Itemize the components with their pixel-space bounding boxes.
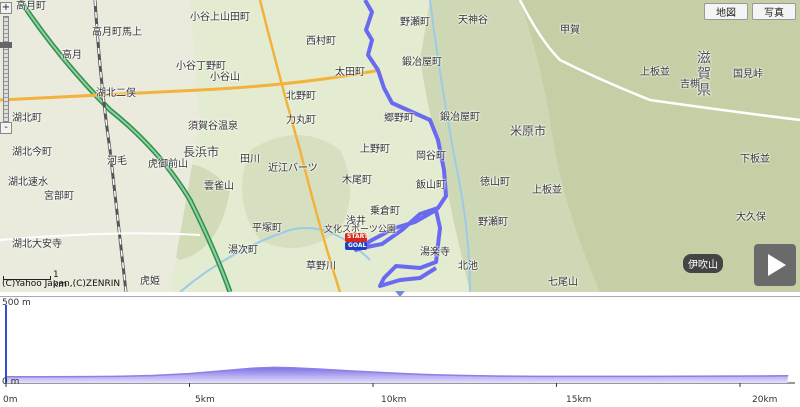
elevation-point (786, 375, 789, 377)
map-label: 野瀬町 (400, 17, 430, 28)
elevation-point (610, 375, 613, 378)
map-label: 高月町 (16, 1, 46, 12)
x-tick-label: 20km (752, 395, 778, 405)
station-label: 河毛 (107, 156, 127, 167)
map-label: 小谷上山田町 (190, 12, 250, 23)
elevation-profile[interactable]: 500 m 0 m 0m 5km 10km 15km 20km (0, 296, 800, 406)
map-label: 平塚町 (252, 223, 282, 234)
x-tick-label: 15km (566, 395, 592, 405)
map-label: 小谷山 (210, 72, 240, 83)
elevation-point (41, 376, 44, 378)
zoom-out-button[interactable]: - (0, 122, 12, 134)
map-label: 文化スポーツ公園 (324, 225, 396, 235)
map-label: 鍛冶屋町 (402, 57, 442, 68)
map-label: 宮部町 (44, 191, 74, 202)
goal-marker[interactable]: GOAL (348, 243, 366, 249)
map-label: 飯山町 (416, 180, 446, 191)
map-label: 七尾山 (548, 277, 578, 288)
map-label: 天神谷 (458, 15, 488, 26)
map-label: 鍛冶屋町 (440, 112, 480, 123)
map-label: 北野町 (286, 91, 316, 102)
x-tick-label: 0m (3, 395, 18, 405)
zoom-control[interactable]: + - (0, 2, 12, 136)
map-label: 須賀谷温泉 (188, 121, 238, 132)
map-label: 上野町 (360, 144, 390, 155)
elevation-point (251, 367, 253, 369)
map-label: 乗倉町 (370, 206, 400, 217)
prefecture-label: 滋賀県 (695, 50, 711, 98)
map-label: 小谷丁野町 (176, 61, 226, 72)
play-button[interactable] (754, 244, 796, 286)
map-label: 湖北二俣 (96, 88, 136, 99)
map-label: 高月町馬上 (92, 27, 142, 38)
elevation-point (152, 374, 154, 377)
elevation-point (291, 366, 294, 369)
map-label: 田川 (240, 154, 260, 165)
elevation-point (115, 375, 117, 378)
elevation-point (78, 375, 81, 378)
map-label: 湖北速水 (8, 177, 48, 188)
elevation-point (720, 375, 723, 377)
map-label: 徳山町 (480, 177, 510, 188)
elevation-point (463, 374, 466, 377)
elevation-chart (5, 305, 795, 387)
elevation-point (574, 375, 576, 378)
station-label: 虎姫 (140, 276, 160, 287)
elevation-point (500, 375, 503, 377)
map-label: 湖北町 (12, 113, 42, 124)
elevation-point (427, 373, 429, 376)
city-label: 米原市 (510, 124, 547, 138)
map-label: 近江バーツ (268, 163, 318, 174)
map-label: 湯楽寺 (420, 247, 450, 258)
y-axis-top-label: 500 m (2, 298, 31, 308)
map-label: 湖北大安寺 (12, 239, 62, 250)
elevation-area (6, 367, 788, 383)
map-label: 草野川 (306, 261, 336, 272)
elevation-point (647, 375, 649, 378)
x-tick-label: 10km (381, 395, 407, 405)
peak-badge: 伊吹山 (683, 254, 723, 273)
map-label: 太田町 (335, 67, 365, 78)
map-label: 上板並 (532, 185, 562, 196)
map-label: 虎御前山 (148, 159, 188, 170)
station-label: 高月 (62, 50, 82, 61)
map-copyright: (C)Yahoo Japan,(C)ZENRIN (2, 279, 121, 289)
elevation-point (537, 375, 539, 378)
chart-axis (5, 305, 795, 384)
zoom-in-button[interactable]: + (0, 2, 12, 14)
elevation-point (353, 370, 356, 372)
elevation-point (684, 375, 686, 378)
elevation-point (273, 366, 275, 369)
map-label: 郷野町 (384, 113, 414, 124)
elevation-point (317, 368, 319, 370)
map-label: 下板並 (740, 154, 770, 165)
map-label: 岡谷町 (416, 151, 446, 162)
map-label: 湖北今町 (12, 147, 52, 158)
map-label: 上板並 (640, 67, 670, 78)
map-label: 甲賀 (560, 25, 580, 36)
map-label: 西村町 (306, 36, 336, 47)
play-icon (768, 254, 786, 276)
elevation-point (390, 372, 393, 374)
zoom-slider-knob[interactable] (0, 42, 12, 48)
photo-view-button[interactable]: 写真 (752, 3, 796, 20)
map-label: 力丸町 (286, 115, 316, 126)
map-label: 雲雀山 (204, 181, 234, 192)
map-label: 国見峠 (733, 69, 763, 80)
x-tick-label: 5km (195, 395, 215, 405)
map-label: 木尾町 (342, 175, 372, 186)
zoom-slider-track[interactable] (3, 16, 9, 122)
y-axis-bottom-label: 0 m (2, 377, 20, 387)
route-map[interactable]: START GOAL 高月町馬上 高月町 高月 小谷上山田町 西村町 野瀬町 天… (0, 0, 800, 292)
elevation-point (757, 375, 760, 377)
map-label: 湯次町 (228, 245, 258, 256)
map-label: 野瀬町 (478, 217, 508, 228)
map-canvas (0, 0, 800, 292)
city-label: 長浜市 (183, 145, 220, 159)
map-label: 大久保 (736, 212, 766, 223)
map-view-button[interactable]: 地図 (704, 3, 748, 20)
elevation-point (188, 372, 191, 375)
map-label: 北池 (458, 261, 478, 272)
elevation-point (225, 369, 227, 372)
